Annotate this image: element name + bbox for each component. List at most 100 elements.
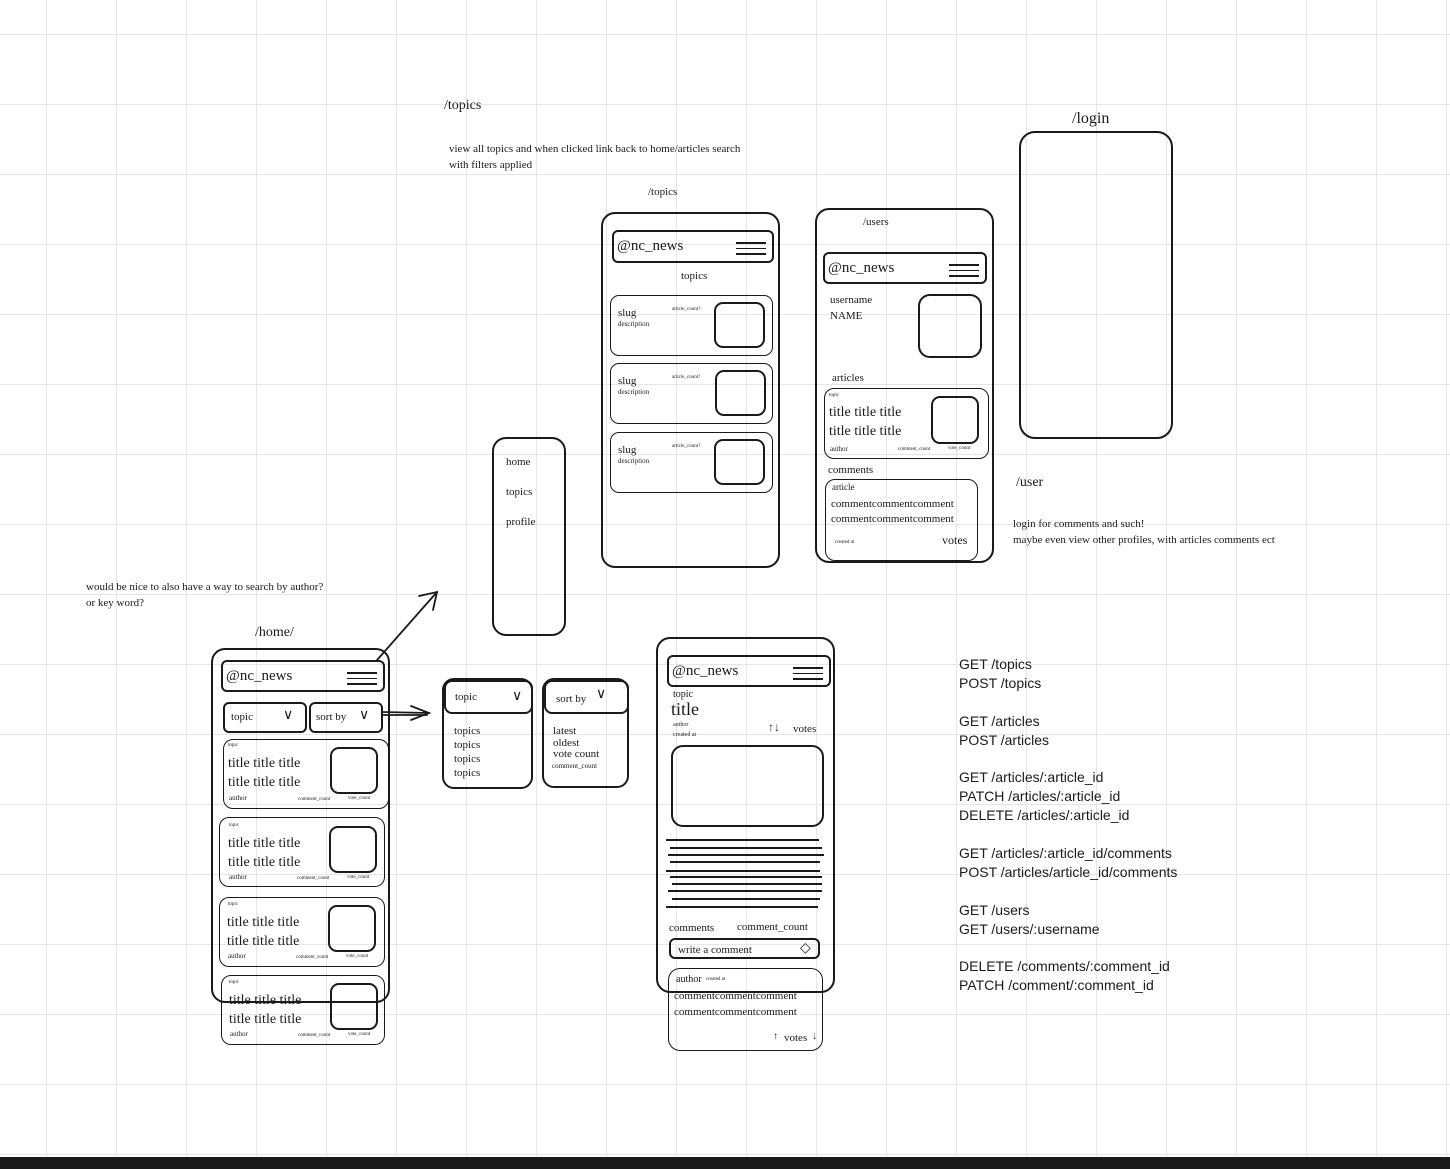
comment-card: article commentcommentcomment commentcom… (825, 479, 978, 561)
article-image-placeholder (330, 983, 378, 1030)
topic-option[interactable]: topics (454, 739, 480, 751)
article-card[interactable]: topic title title title title title titl… (219, 817, 385, 887)
article-comment-count: comment_count (296, 955, 329, 960)
article-title-line1: title title title (829, 405, 902, 420)
article-created-at: created at (673, 732, 697, 738)
article-card[interactable]: topic title title title title title titl… (219, 897, 385, 967)
article-image-placeholder (330, 747, 378, 794)
article-comment-count: comment_count (297, 876, 330, 881)
article-title-line1: title title title (229, 993, 302, 1008)
downvote-icon[interactable]: ↓ (812, 1031, 817, 1042)
brand-logo[interactable]: @nc_news (226, 668, 292, 685)
article-image-placeholder (328, 905, 376, 952)
api-endpoint: GET /users/:username (959, 921, 1100, 937)
sort-option-comment-count[interactable]: comment_count (552, 762, 597, 770)
article-vote-count: vote_count (347, 875, 370, 880)
article-card[interactable]: topic title title title title title titl… (824, 388, 989, 459)
topic-description: description (618, 457, 650, 465)
vote-arrows-icon[interactable]: ↑↓ (768, 720, 780, 735)
menu-item-home[interactable]: home (506, 456, 530, 468)
article-vote-count: vote_count (346, 954, 369, 959)
app-header: @nc_news (667, 655, 831, 687)
sort-option-latest[interactable]: latest (553, 725, 576, 737)
article-author: author (673, 722, 689, 728)
article-author: author (229, 794, 247, 802)
article-title-line2: title title title (228, 775, 301, 790)
sort-dropdown-expanded: sort by ∨ latest oldest vote count comme… (542, 678, 629, 788)
topic-filter-dropdown[interactable]: topic ∨ (223, 702, 307, 733)
topic-option[interactable]: topics (454, 753, 480, 765)
home-screen: @nc_news topic ∨ sort by ∨ topic title t… (211, 648, 390, 1003)
article-card[interactable]: topic title title title title title titl… (223, 739, 389, 809)
article-title-line2: title title title (229, 1012, 302, 1027)
topic-slug: slug (618, 375, 637, 387)
api-endpoint: GET /articles/:article_id/comments (959, 845, 1172, 861)
brand-logo[interactable]: @nc_news (672, 663, 738, 680)
topic-slug: slug (618, 444, 637, 456)
article-votes: votes (793, 723, 817, 735)
hamburger-menu-icon[interactable] (347, 672, 377, 686)
topic-slug: slug (618, 307, 637, 319)
article-image-placeholder (329, 826, 377, 873)
article-title-line1: title title title (228, 756, 301, 771)
topic-option[interactable]: topics (454, 725, 480, 737)
api-endpoint: DELETE /articles/:article_id (959, 807, 1130, 823)
comment-text-line2: commentcommentcomment (831, 513, 954, 525)
hamburger-menu-icon[interactable] (793, 667, 823, 681)
article-vote-count: vote_count (348, 796, 371, 801)
hamburger-menu-icon[interactable] (736, 242, 766, 256)
app-header: @nc_news (612, 230, 774, 263)
api-endpoint: GET /topics (959, 656, 1032, 672)
topic-description: description (618, 320, 650, 328)
topic-image-placeholder (714, 302, 765, 348)
comment-article[interactable]: article (832, 482, 854, 492)
topic-dropdown-expanded: topic ∨ topics topics topics topics (442, 678, 533, 789)
article-topic: topic (228, 743, 238, 748)
users-screen: /users @nc_news username NAME articles t… (815, 208, 994, 563)
article-topic: topic (228, 902, 238, 907)
api-endpoint: POST /articles (959, 732, 1049, 748)
api-endpoint: GET /articles/:article_id (959, 769, 1104, 785)
write-comment-placeholder: write a comment (678, 944, 752, 956)
topics-screen-route: /topics (648, 186, 678, 198)
sort-dropdown-header[interactable]: sort by ∨ (544, 680, 629, 714)
article-vote-count: vote_count (948, 446, 971, 451)
article-topic: topic (829, 393, 839, 398)
comment-created-at: created at (835, 540, 855, 545)
comment-text-line1: commentcommentcomment (674, 990, 797, 1002)
article-comment-count: comment_count (898, 447, 931, 452)
article-card[interactable]: topic title title title title title titl… (221, 975, 385, 1045)
api-endpoint: PATCH /articles/:article_id (959, 788, 1121, 804)
comment-card: author created at commentcommentcomment … (668, 968, 823, 1051)
chevron-down-icon: ∨ (596, 687, 607, 702)
topic-dropdown-header[interactable]: topic ∨ (444, 680, 533, 714)
topic-description: description (618, 388, 650, 396)
write-comment-input[interactable]: write a comment ◇ (669, 938, 820, 959)
upvote-icon[interactable]: ↑ (773, 1031, 778, 1042)
sort-by-dropdown[interactable]: sort by ∨ (309, 702, 383, 733)
comment-created-at: created at (706, 977, 726, 982)
hamburger-menu-icon[interactable] (949, 264, 979, 278)
menu-item-profile[interactable]: profile (506, 516, 535, 528)
topic-card[interactable]: slug description article_count? (610, 432, 773, 493)
brand-logo[interactable]: @nc_news (828, 260, 894, 277)
sort-option-vote-count[interactable]: vote count (553, 748, 599, 760)
app-header: @nc_news (221, 660, 385, 692)
comment-count: comment_count (737, 921, 808, 933)
article-author: author (830, 445, 848, 453)
comments-label: comments (669, 922, 715, 934)
topic-card[interactable]: slug description article_count? (610, 295, 773, 356)
brand-logo[interactable]: @nc_news (617, 238, 683, 255)
api-endpoint: DELETE /comments/:comment_id (959, 958, 1170, 974)
topic-card[interactable]: slug description article_count? (610, 363, 773, 424)
article-vote-count: vote_count (348, 1032, 371, 1037)
chevron-down-icon: ∨ (283, 708, 294, 723)
chevron-down-icon: ∨ (512, 689, 523, 704)
article-author: author (228, 952, 246, 960)
send-icon[interactable]: ◇ (800, 940, 811, 957)
app-header: @nc_news (823, 252, 987, 284)
menu-item-topics[interactable]: topics (506, 486, 532, 498)
topic-option[interactable]: topics (454, 767, 480, 779)
api-endpoint: POST /articles/article_id/comments (959, 864, 1178, 880)
article-title-line2: title title title (829, 424, 902, 439)
